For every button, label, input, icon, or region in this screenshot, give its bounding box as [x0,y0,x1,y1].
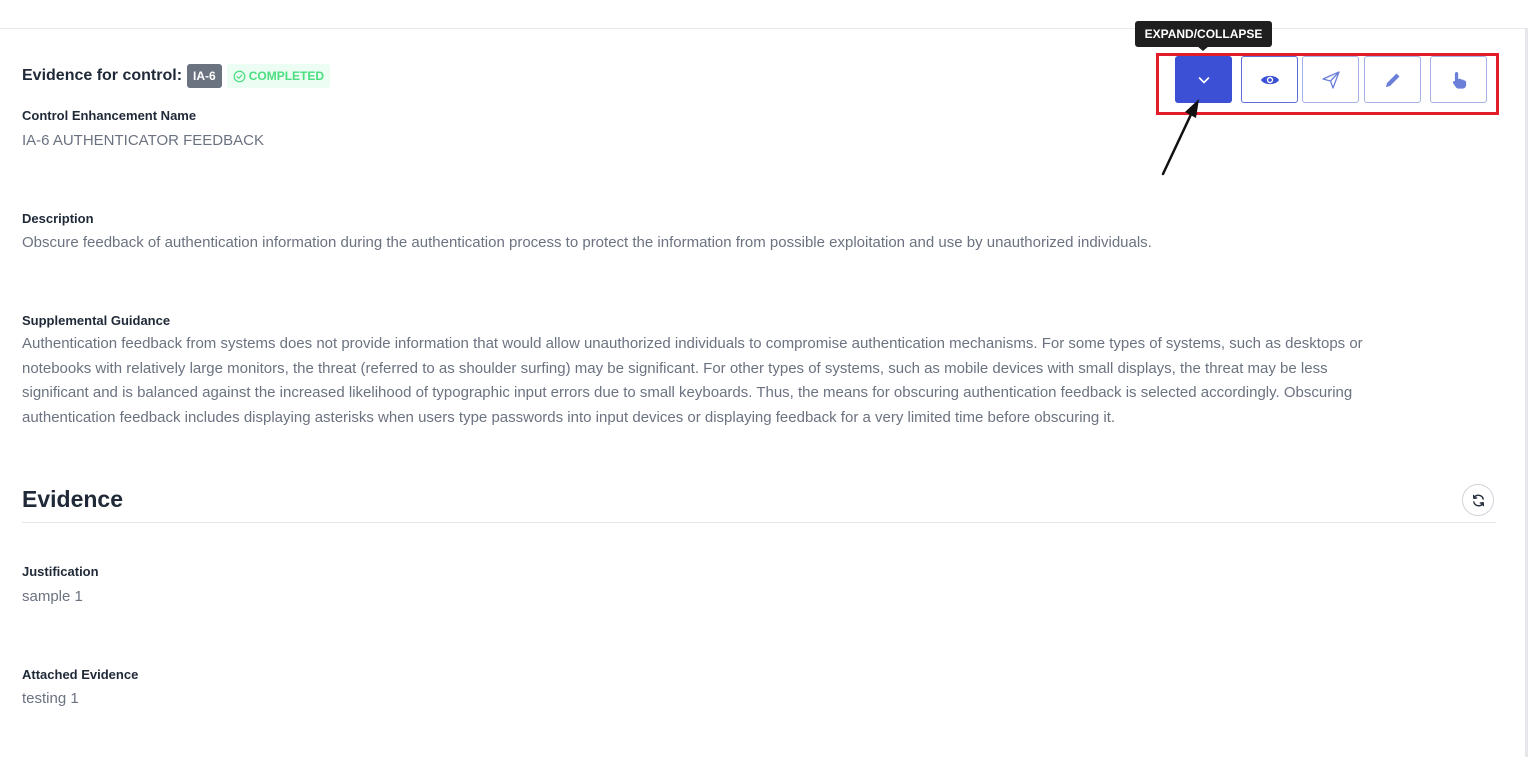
refresh-button[interactable] [1462,484,1494,516]
expand-collapse-tooltip: EXPAND/COLLAPSE [1135,21,1272,47]
evidence-divider [22,522,1496,523]
send-icon [1321,70,1340,89]
edit-button[interactable] [1364,56,1421,103]
status-badge: COMPLETED [226,64,331,88]
guidance-line: notebooks with relatively large monitors… [22,359,1328,377]
tooltip-arrow [1197,46,1209,51]
send-button[interactable] [1302,56,1359,103]
select-button[interactable] [1430,56,1487,103]
check-circle-icon [233,70,246,82]
evidence-header: Evidence for control: IA-6 COMPLETED [22,63,331,89]
control-enhancement-value: IA-6 AUTHENTICATOR FEEDBACK [22,132,264,149]
evidence-heading: Evidence [22,486,123,512]
attached-evidence-label: Attached Evidence [22,667,139,682]
control-enhancement-label: Control Enhancement Name [22,108,197,123]
justification-value: sample 1 [22,588,83,605]
guidance-line: authentication feedback includes display… [22,408,1116,426]
page-title: Evidence for control: [22,67,183,84]
description-value: Obscure feedback of authentication infor… [22,234,1152,251]
guidance-line: Authentication feedback from systems doe… [22,335,1363,352]
attached-evidence-value: testing 1 [22,690,79,707]
annotation-arrow-icon [1161,99,1199,176]
view-button[interactable] [1241,56,1298,103]
description-label: Description [22,211,94,226]
status-label: COMPLETED [248,69,325,83]
top-bar [0,0,1528,29]
justification-label: Justification [22,564,99,579]
control-badge: IA-6 [187,64,222,88]
hand-pointer-icon [1452,71,1466,89]
pencil-icon [1385,73,1399,87]
supplemental-guidance-text: Authentication feedback from systems doe… [22,332,1492,430]
eye-icon [1260,75,1279,84]
chevron-down-icon [1198,76,1209,83]
supplemental-guidance-label: Supplemental Guidance [22,313,171,328]
guidance-line: significant and is balanced against the … [22,384,1353,401]
refresh-icon [1472,494,1484,506]
